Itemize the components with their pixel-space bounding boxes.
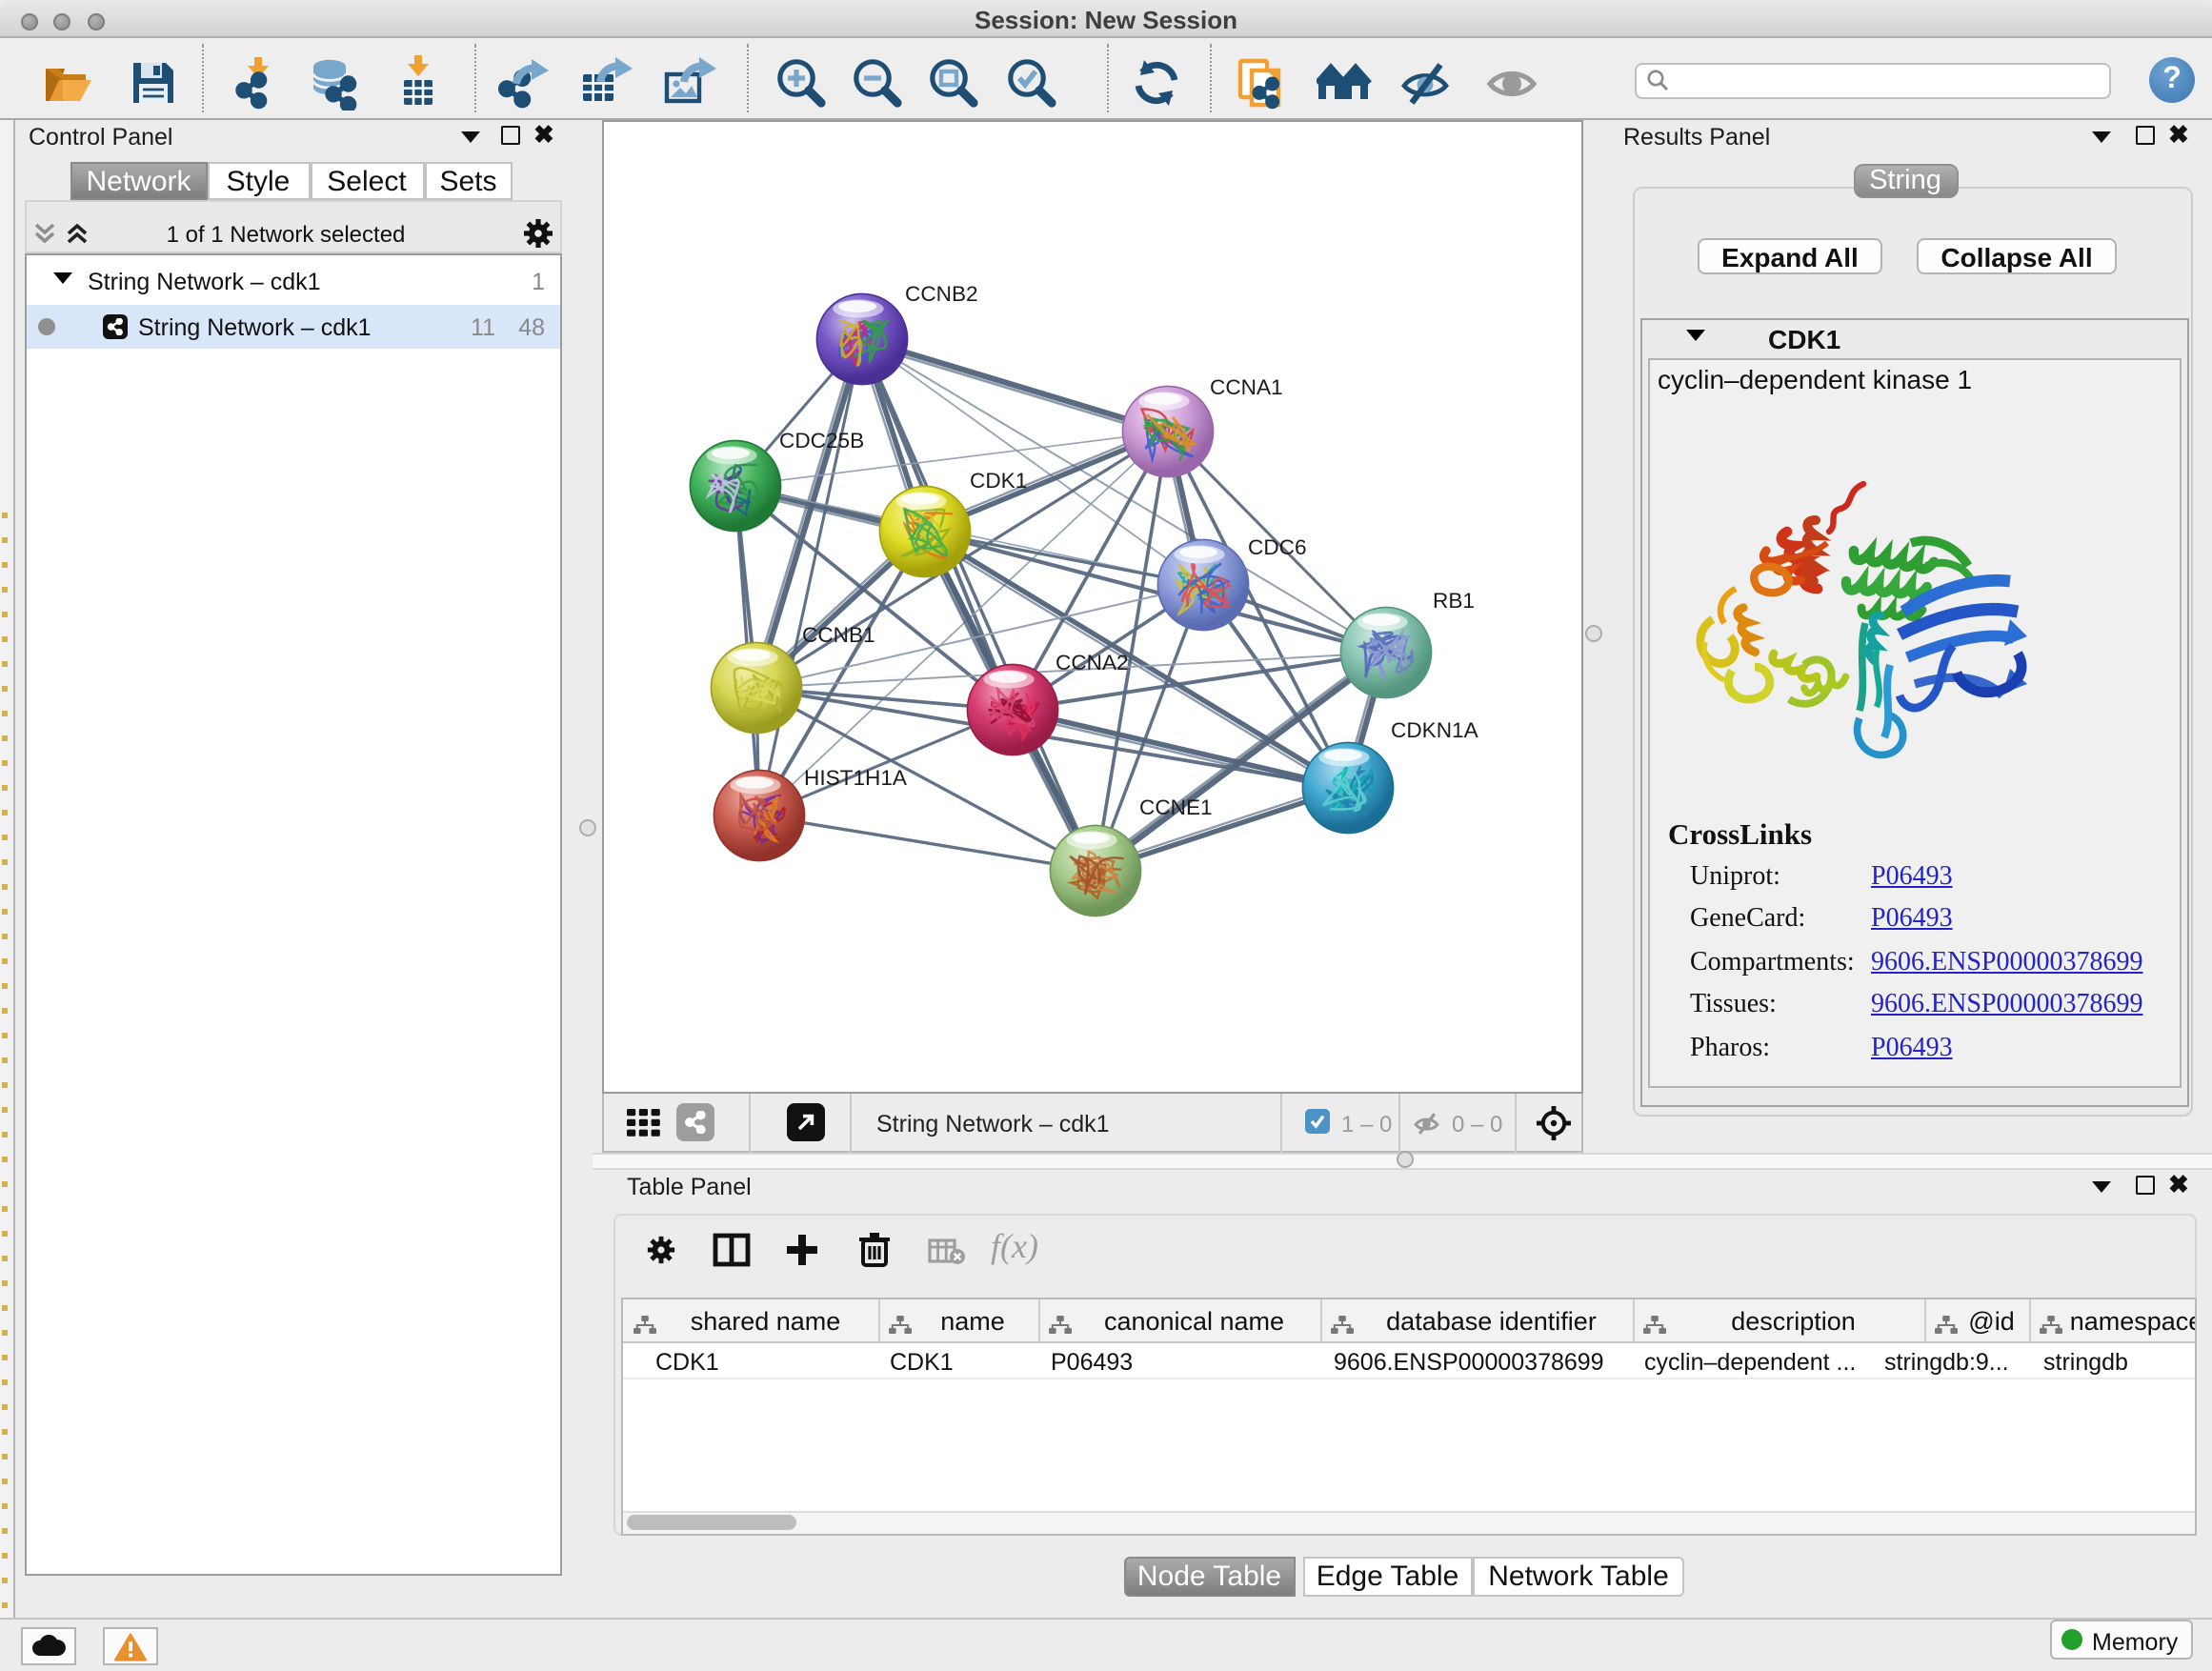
svg-text:CDK1: CDK1 [970,468,1027,492]
svg-text:CCNA1: CCNA1 [1210,374,1283,398]
svg-text:CCNB2: CCNB2 [905,281,978,305]
svg-text:CDKN1A: CDKN1A [1391,717,1479,741]
svg-text:CDC6: CDC6 [1248,534,1307,558]
svg-text:CDC25B: CDC25B [779,428,864,452]
svg-text:CCNB1: CCNB1 [802,622,875,646]
svg-text:HIST1H1A: HIST1H1A [804,765,908,789]
svg-text:CCNE1: CCNE1 [1139,795,1213,818]
svg-text:RB1: RB1 [1433,588,1475,612]
svg-text:CCNA2: CCNA2 [1056,650,1129,674]
